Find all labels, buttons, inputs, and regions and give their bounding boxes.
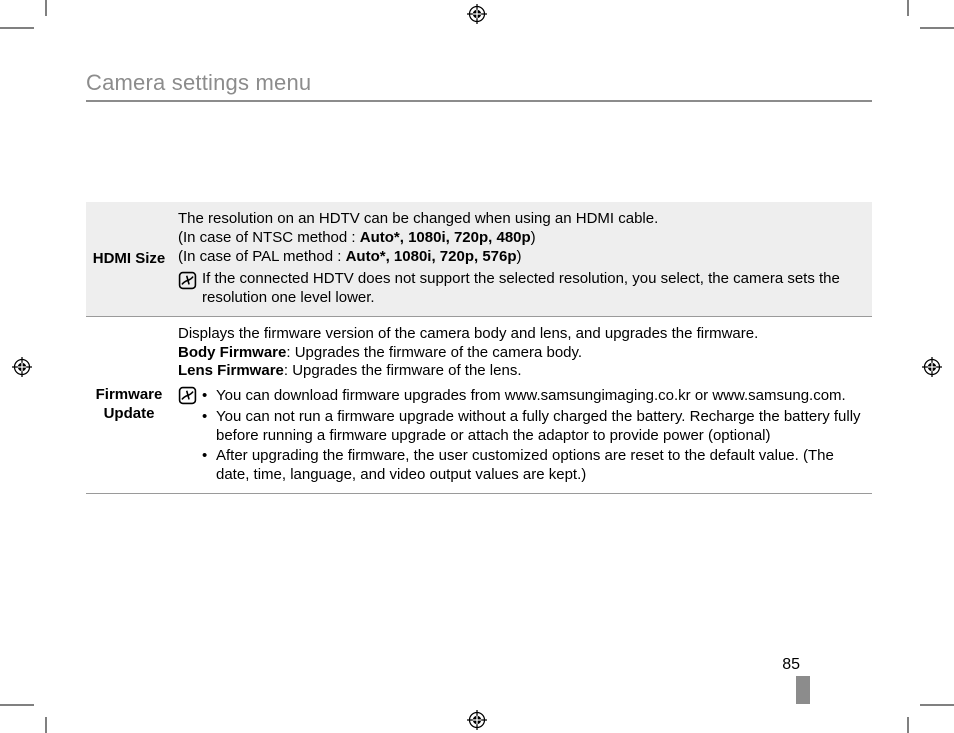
fw-line1: Displays the firmware version of the cam… — [178, 325, 866, 344]
registration-mark-top — [467, 4, 487, 24]
fw-lens-label: Lens Firmware — [178, 362, 284, 379]
hdmi-line1: The resolution on an HDTV can be changed… — [178, 210, 866, 229]
fw-bullet: After upgrading the firmware, the user c… — [202, 447, 866, 485]
fw-note: You can download firmware upgrades from … — [178, 385, 866, 485]
row-desc-firmware: Displays the firmware version of the cam… — [172, 317, 872, 493]
note-icon — [178, 271, 202, 296]
hdmi-pal-suffix: ) — [517, 248, 522, 265]
table-row-hdmi: HDMI Size The resolution on an HDTV can … — [86, 202, 872, 317]
hdmi-ntsc-line: (In case of NTSC method : Auto*, 1080i, … — [178, 229, 866, 248]
hdmi-ntsc-prefix: (In case of NTSC method : — [178, 229, 360, 246]
hdmi-pal-options: Auto*, 1080i, 720p, 576p — [346, 248, 517, 265]
fw-body-desc: : Upgrades the firmware of the camera bo… — [286, 344, 582, 361]
settings-table: HDMI Size The resolution on an HDTV can … — [86, 202, 872, 494]
hdmi-pal-prefix: (In case of PAL method : — [178, 248, 346, 265]
page-title: Camera settings menu — [86, 70, 872, 102]
fw-lens-line: Lens Firmware: Upgrades the firmware of … — [178, 362, 866, 381]
hdmi-note-text: If the connected HDTV does not support t… — [202, 270, 866, 308]
row-desc-hdmi: The resolution on an HDTV can be changed… — [172, 202, 872, 316]
fw-bullet-list: You can download firmware upgrades from … — [202, 385, 866, 485]
row-label-hdmi: HDMI Size — [86, 202, 172, 316]
note-icon — [178, 386, 202, 411]
hdmi-note: If the connected HDTV does not support t… — [178, 270, 866, 308]
fw-lens-desc: : Upgrades the firmware of the lens. — [284, 362, 522, 379]
table-row-firmware: Firmware Update Displays the firmware ve… — [86, 317, 872, 494]
page-number: 85 — [782, 656, 800, 674]
fw-bullet: You can download firmware upgrades from … — [202, 387, 866, 406]
fw-bullet: You can not run a firmware upgrade witho… — [202, 408, 866, 446]
hdmi-ntsc-suffix: ) — [531, 229, 536, 246]
registration-mark-bottom — [467, 710, 487, 730]
registration-mark-right — [922, 357, 942, 377]
fw-body-label: Body Firmware — [178, 344, 286, 361]
row-label-firmware: Firmware Update — [86, 317, 172, 493]
registration-mark-left — [12, 357, 32, 377]
fw-body-line: Body Firmware: Upgrades the firmware of … — [178, 344, 866, 363]
thumb-tab — [796, 676, 810, 704]
hdmi-pal-line: (In case of PAL method : Auto*, 1080i, 7… — [178, 248, 866, 267]
hdmi-ntsc-options: Auto*, 1080i, 720p, 480p — [360, 229, 531, 246]
